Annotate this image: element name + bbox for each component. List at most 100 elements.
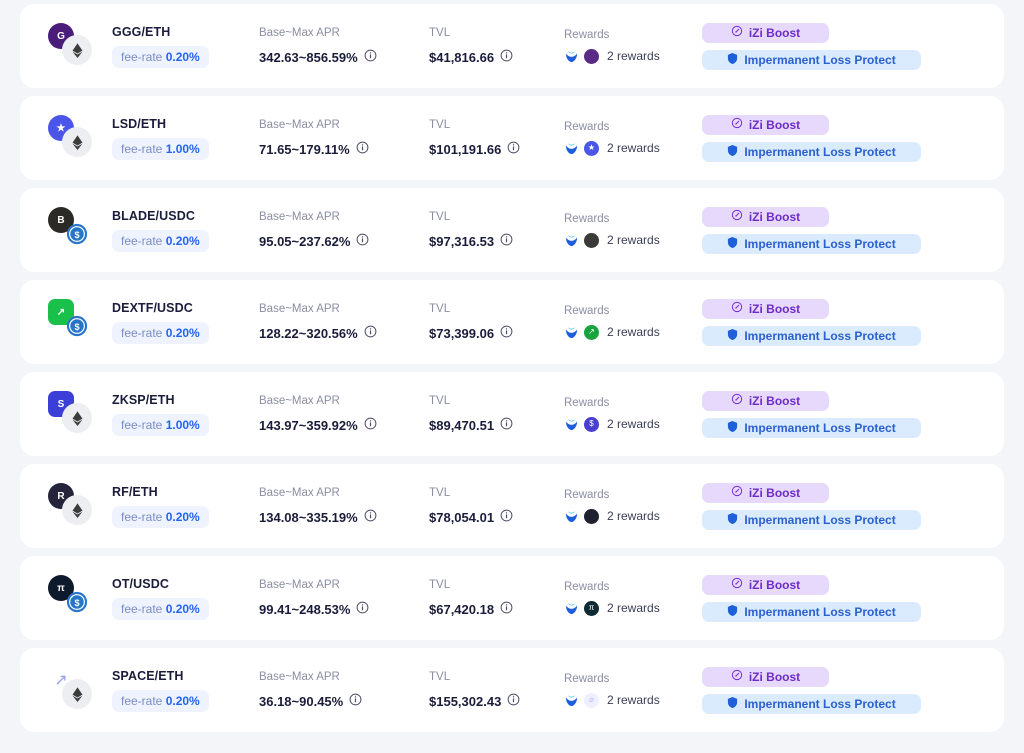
rewards-icon-row[interactable]: π2 rewards <box>564 601 696 616</box>
rewards-count-text: 2 rewards <box>607 601 660 615</box>
pool-row[interactable]: B$BLADE/USDCfee-rate 0.20%Base~Max APR95… <box>20 188 1004 272</box>
impermanent-loss-protect-badge[interactable]: Impermanent Loss Protect <box>702 326 921 346</box>
rewards-column: Rewards★2 rewards <box>564 121 696 156</box>
impermanent-loss-protect-badge[interactable]: Impermanent Loss Protect <box>702 694 921 714</box>
rewards-label: Rewards <box>564 213 696 225</box>
tvl-value: $89,470.51 <box>429 418 494 433</box>
tvl-info-icon[interactable] <box>500 233 513 249</box>
apr-info-icon[interactable] <box>356 141 369 157</box>
pool-pair-name: SPACE/ETH <box>112 669 259 683</box>
tvl-info-icon[interactable] <box>500 601 513 617</box>
impermanent-loss-protect-badge[interactable]: Impermanent Loss Protect <box>702 234 921 254</box>
tvl-info-icon[interactable] <box>507 141 520 157</box>
tvl-label: TVL <box>429 211 564 223</box>
rewards-icon-row[interactable]: ★2 rewards <box>564 141 696 156</box>
rewards-icon-row[interactable]: 2 rewards <box>564 509 696 524</box>
izi-boost-label: iZi Boost <box>749 118 800 132</box>
shield-icon <box>727 52 738 68</box>
rf-reward-icon <box>584 509 599 524</box>
izi-boost-badge[interactable]: iZi Boost <box>702 23 829 43</box>
svg-text:$: $ <box>74 322 79 332</box>
tvl-value: $41,816.66 <box>429 50 494 65</box>
pool-row[interactable]: ↗$DEXTF/USDCfee-rate 0.20%Base~Max APR12… <box>20 280 1004 364</box>
apr-info-icon[interactable] <box>356 233 369 249</box>
apr-info-icon[interactable] <box>364 417 377 433</box>
tvl-value-row: $73,399.06 <box>429 325 564 341</box>
token-pair-icons: G <box>46 19 104 73</box>
tvl-info-icon[interactable] <box>500 509 513 525</box>
rewards-icon-row[interactable]: ↗2 rewards <box>564 325 696 340</box>
shield-icon <box>727 604 738 620</box>
pool-pair-name: RF/ETH <box>112 485 259 499</box>
blade-reward-icon <box>584 233 599 248</box>
izi-boost-badge[interactable]: iZi Boost <box>702 575 829 595</box>
rewards-icon-row[interactable]: 2 rewards <box>564 233 696 248</box>
fee-rate-value: 1.00% <box>166 142 200 156</box>
pool-row[interactable]: RRF/ETHfee-rate 0.20%Base~Max APR134.08~… <box>20 464 1004 548</box>
impermanent-loss-protect-badge[interactable]: Impermanent Loss Protect <box>702 602 921 622</box>
apr-info-icon[interactable] <box>349 693 362 709</box>
rewards-icon-row[interactable]: 2 rewards <box>564 49 696 64</box>
izi-boost-label: iZi Boost <box>749 394 800 408</box>
izi-boost-badge[interactable]: iZi Boost <box>702 115 829 135</box>
apr-info-icon[interactable] <box>364 509 377 525</box>
izi-boost-badge[interactable]: iZi Boost <box>702 207 829 227</box>
tvl-info-icon[interactable] <box>500 417 513 433</box>
impermanent-loss-protect-label: Impermanent Loss Protect <box>744 53 895 67</box>
eth-token-icon <box>62 495 92 525</box>
impermanent-loss-protect-badge[interactable]: Impermanent Loss Protect <box>702 418 921 438</box>
impermanent-loss-protect-badge[interactable]: Impermanent Loss Protect <box>702 50 921 70</box>
pool-row[interactable]: ★LSD/ETHfee-rate 1.00%Base~Max APR71.65~… <box>20 96 1004 180</box>
apr-column: Base~Max APR36.18~90.45% <box>259 671 429 709</box>
tvl-value-row: $97,316.53 <box>429 233 564 249</box>
tvl-label: TVL <box>429 579 564 591</box>
izi-boost-label: iZi Boost <box>749 670 800 684</box>
pool-row[interactable]: GGGG/ETHfee-rate 0.20%Base~Max APR342.63… <box>20 4 1004 88</box>
apr-value-row: 71.65~179.11% <box>259 141 429 157</box>
izi-boost-badge[interactable]: iZi Boost <box>702 483 829 503</box>
rewards-label: Rewards <box>564 489 696 501</box>
rewards-label: Rewards <box>564 305 696 317</box>
tvl-label: TVL <box>429 487 564 499</box>
tvl-value: $101,191.66 <box>429 142 501 157</box>
apr-label: Base~Max APR <box>259 395 429 407</box>
rewards-icon-row[interactable]: $2 rewards <box>564 417 696 432</box>
shield-icon <box>727 512 738 528</box>
tvl-column: TVL$155,302.43 <box>429 671 564 709</box>
tvl-info-icon[interactable] <box>507 693 520 709</box>
fee-rate-badge: fee-rate 0.20% <box>112 690 209 712</box>
tvl-value: $97,316.53 <box>429 234 494 249</box>
token-pair-icons: S <box>46 387 104 441</box>
pool-badges: iZi Boost Impermanent Loss Protect <box>696 23 990 70</box>
apr-info-icon[interactable] <box>356 601 369 617</box>
impermanent-loss-protect-badge[interactable]: Impermanent Loss Protect <box>702 142 921 162</box>
fee-rate-label: fee-rate <box>121 234 162 248</box>
impermanent-loss-protect-badge[interactable]: Impermanent Loss Protect <box>702 510 921 530</box>
fee-rate-value: 0.20% <box>166 326 200 340</box>
izi-boost-badge[interactable]: iZi Boost <box>702 667 829 687</box>
fee-rate-label: fee-rate <box>121 602 162 616</box>
eth-token-icon <box>62 403 92 433</box>
impermanent-loss-protect-label: Impermanent Loss Protect <box>744 697 895 711</box>
pool-badges: iZi Boost Impermanent Loss Protect <box>696 667 990 714</box>
pool-row[interactable]: SZKSP/ETHfee-rate 1.00%Base~Max APR143.9… <box>20 372 1004 456</box>
pool-row[interactable]: ↗SPACE/ETHfee-rate 0.20%Base~Max APR36.1… <box>20 648 1004 732</box>
rewards-icon-row[interactable]: ⌀2 rewards <box>564 693 696 708</box>
apr-info-icon[interactable] <box>364 325 377 341</box>
pool-badges: iZi Boost Impermanent Loss Protect <box>696 391 990 438</box>
izumi-reward-icon <box>564 693 579 708</box>
izi-boost-badge[interactable]: iZi Boost <box>702 391 829 411</box>
pool-row[interactable]: π$OT/USDCfee-rate 0.20%Base~Max APR99.41… <box>20 556 1004 640</box>
izi-boost-badge[interactable]: iZi Boost <box>702 299 829 319</box>
rewards-count-text: 2 rewards <box>607 233 660 247</box>
apr-column: Base~Max APR99.41~248.53% <box>259 579 429 617</box>
apr-value: 36.18~90.45% <box>259 694 343 709</box>
impermanent-loss-protect-label: Impermanent Loss Protect <box>744 329 895 343</box>
apr-info-icon[interactable] <box>364 49 377 65</box>
ggg-reward-icon <box>584 49 599 64</box>
tvl-value-row: $101,191.66 <box>429 141 564 157</box>
tvl-value-row: $41,816.66 <box>429 49 564 65</box>
tvl-info-icon[interactable] <box>500 49 513 65</box>
tvl-info-icon[interactable] <box>500 325 513 341</box>
fee-rate-value: 1.00% <box>166 418 200 432</box>
